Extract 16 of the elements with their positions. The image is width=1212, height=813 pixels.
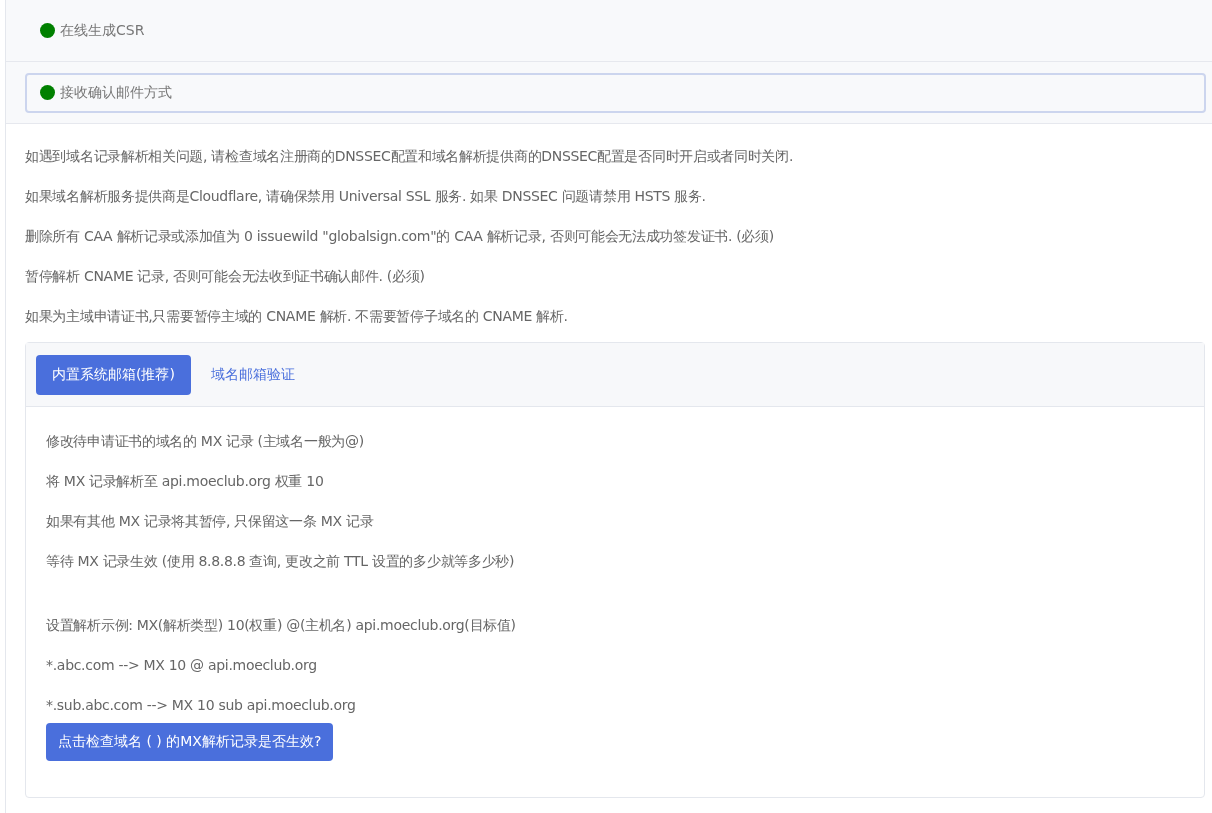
notice-text: 如遇到域名记录解析相关问题, 请检查域名注册商的DNSSEC配置和域名解析提供商的DNSSEC配置是否同时开启或者同时关闭. [25, 147, 795, 166]
example-text: *.abc.com --> MX 10 @ api.moeclub.org [46, 656, 318, 675]
tab[interactable]: 域名邮箱验证 [194, 354, 311, 395]
tab[interactable]: 内置系统邮箱(推荐) [36, 354, 191, 395]
instruction-text: 等待 MX 记录生效 (使用 8.8.8.8 查询, 更改之前 TTL 设置的多少就等多少秒) [46, 552, 516, 571]
instruction-text: 修改待申请证书的域名的 MX 记录 (主域名一般为@) [46, 432, 365, 451]
notice-text: 如果域名解析服务提供商是Cloudflare, 请确保禁用 Universal SSL 服务. 如果 DNSSEC 问题请禁用 HSTS 服务. [25, 187, 707, 206]
notice-text: 如果为主域申请证书,只需要暂停主域的 CNAME 解析. 不需要暂停子域名的 CNAME 解析. [25, 307, 569, 326]
instruction-text: 如果有其他 MX 记录将其暂停, 只保留这一条 MX 记录 [46, 512, 375, 531]
instruction-text: 将 MX 记录解析至 api.moeclub.org 权重 10 [46, 472, 325, 491]
section-header[interactable]: 接收确认邮件方式 [25, 72, 1206, 113]
example-text: *.sub.abc.com --> MX 10 sub api.moeclub.org [46, 696, 357, 715]
example-text: 设置解析示例: MX(解析类型) 10(权重) @(主机名) api.moeclub.org(目标值) [46, 616, 517, 635]
check-button[interactable]: 点击检查域名 ( ) 的MX解析记录是否生效? [46, 723, 334, 761]
notice-text: 暂停解析 CNAME 记录, 否则可能会无法收到证书确认邮件. (必须) [25, 267, 426, 286]
notice-text: 删除所有 CAA 解析记录或添加值为 0 issuewild "globalsign.com"的 CAA 解析记录, 否则可能会无法成功签发证书. (必须) [25, 227, 775, 246]
